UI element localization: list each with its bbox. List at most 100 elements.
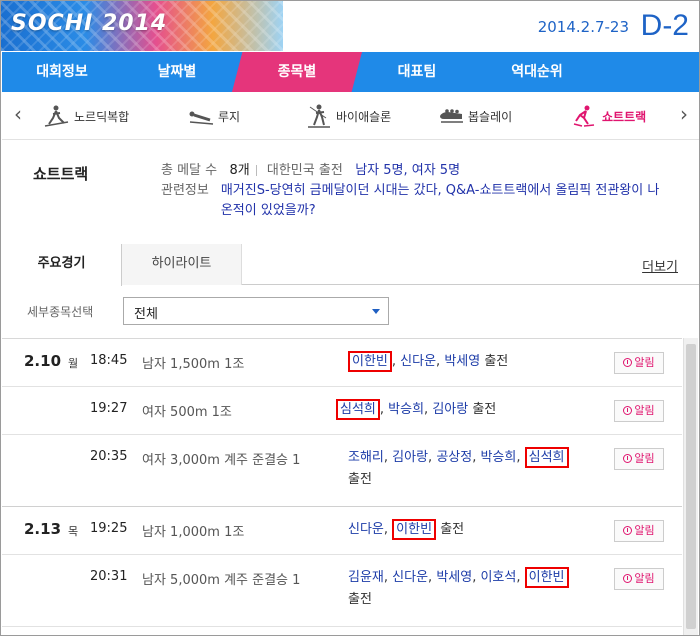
sochi-logo-banner[interactable]: SOCHI 2014 (1, 1, 283, 51)
chevron-down-icon (372, 309, 380, 314)
athlete-list: 김윤재, 신다운, 박세영, 이호석, 이한빈 출전 (348, 567, 604, 611)
tab-main-events[interactable]: 주요경기 (2, 244, 122, 286)
carousel-prev-icon[interactable]: ‹ (8, 102, 28, 126)
athlete-name-highlighted[interactable]: 이한빈 (524, 567, 569, 588)
athlete-name-highlighted[interactable]: 이한빈 (392, 519, 437, 540)
sport-info: 총 메달 수 8개 대한민국 출전 남자 5명, 여자 5명 관련정보 매거진S… (161, 161, 661, 221)
nav-item-by-sport[interactable]: 종목별 (232, 52, 362, 92)
schedule-event: 남자 5,000m 계주 준결승 1 (142, 573, 301, 588)
sport-item-biathlon[interactable]: 바이애슬론 (306, 102, 391, 130)
medal-value: 8개 (229, 163, 250, 178)
related-label: 관련정보 (161, 183, 209, 198)
athlete-name-highlighted[interactable]: 이한빈 (348, 351, 392, 372)
athlete-name-highlighted[interactable]: 심석희 (336, 399, 380, 420)
schedule-time: 20:35 (90, 449, 128, 464)
medal-label: 총 메달 수 (161, 163, 218, 178)
athlete-name[interactable]: 조해리 (348, 450, 384, 465)
alarm-label: 알림 (634, 404, 655, 417)
alarm-label: 알림 (634, 524, 655, 537)
athlete-name[interactable]: 박세영 (436, 570, 472, 585)
main-nav: 대회정보 날짜별 종목별 대표팀 역대순위 (2, 52, 699, 92)
entry-label: 대한민국 출전 (266, 163, 343, 178)
clock-icon (623, 358, 633, 367)
athlete-list: 조해리, 김아랑, 공상정, 박승희, 심석희 출전 (348, 447, 604, 491)
athlete-name[interactable]: 박승희 (388, 402, 424, 417)
app-frame: SOCHI 2014 2014.2.7-23 D-2 대회정보 날짜별 종목별 … (0, 0, 700, 636)
schedule-date: 2.10 (24, 352, 62, 370)
schedule-event: 여자 500m 1조 (142, 405, 232, 420)
alarm-label: 알림 (634, 452, 655, 465)
entry-value: 남자 5명, 여자 5명 (355, 163, 461, 178)
divider (255, 165, 257, 176)
clock-icon (623, 574, 633, 583)
related-link[interactable]: 매거진S-당연히 금메달이던 시대는 갔다, Q&A-쇼트트랙에서 올림픽 전관… (221, 181, 661, 221)
bobsleigh-icon (438, 104, 464, 128)
filter-label: 세부종목선택 (27, 305, 94, 319)
athlete-name[interactable]: 신다운 (392, 570, 428, 585)
alarm-button[interactable]: 알림 (614, 400, 664, 422)
luge-icon (188, 104, 214, 128)
schedule-time: 20:31 (90, 569, 128, 584)
schedule-row: 20:31 남자 5,000m 계주 준결승 1 김윤재, 신다운, 박세영, … (2, 555, 682, 627)
event-filter-select[interactable]: 전체 (123, 297, 389, 325)
sport-item-bobsleigh[interactable]: 봅슬레이 (438, 102, 512, 130)
tab-highlights[interactable]: 하이라이트 (122, 244, 242, 285)
nav-item-competition-info[interactable]: 대회정보 (2, 52, 122, 92)
alarm-label: 알림 (634, 572, 655, 585)
sport-label: 쇼트트랙 (602, 109, 647, 124)
schedule-event: 남자 1,000m 1조 (142, 525, 245, 540)
entry-suffix: 출전 (440, 522, 465, 537)
nav-item-all-time-ranking[interactable]: 역대순위 (472, 52, 602, 92)
nav-item-by-date[interactable]: 날짜별 (122, 52, 232, 92)
nordic-combined-icon (44, 104, 70, 128)
athlete-name[interactable]: 박승희 (480, 450, 516, 465)
athlete-name[interactable]: 김윤재 (348, 570, 384, 585)
athlete-name-highlighted[interactable]: 심석희 (524, 447, 569, 468)
schedule-scrollbar[interactable] (683, 338, 698, 635)
athlete-name[interactable]: 신다운 (348, 522, 384, 537)
athlete-name[interactable]: 이호석 (480, 570, 516, 585)
schedule-row: 2.10 월 18:45 남자 1,500m 1조 이한빈, 신다운, 박세영 … (2, 339, 682, 387)
athlete-name[interactable]: 공상정 (436, 450, 472, 465)
select-value: 전체 (134, 307, 158, 322)
content-tabs: 주요경기 하이라이트 더보기 (2, 244, 699, 286)
athlete-name[interactable]: 김아랑 (432, 402, 468, 417)
more-link[interactable]: 더보기 (642, 256, 678, 275)
clock-icon (623, 406, 633, 415)
logo-text: SOCHI 2014 (11, 11, 168, 36)
event-dates: 2014.2.7-23 (537, 18, 629, 36)
athlete-list: 신다운, 이한빈 출전 (348, 519, 604, 541)
schedule-time: 19:27 (90, 401, 128, 416)
scrollbar-thumb[interactable] (686, 344, 696, 629)
medal-line: 총 메달 수 8개 대한민국 출전 남자 5명, 여자 5명 (161, 161, 661, 181)
alarm-button[interactable]: 알림 (614, 448, 664, 470)
schedule-row: 20:35 여자 3,000m 계주 준결승 1 조해리, 김아랑, 공상정, … (2, 435, 682, 507)
entry-suffix: 출전 (348, 472, 372, 487)
alarm-button[interactable]: 알림 (614, 568, 664, 590)
schedule-row: 19:27 여자 500m 1조 심석희, 박승희, 김아랑 출전 알림 (2, 387, 682, 435)
sport-label: 노르딕복합 (74, 109, 130, 124)
sport-label: 바이애슬론 (336, 109, 392, 124)
schedule-list: 2.10 월 18:45 남자 1,500m 1조 이한빈, 신다운, 박세영 … (2, 338, 682, 627)
entry-suffix: 출전 (472, 402, 497, 417)
athlete-name[interactable]: 김아랑 (392, 450, 428, 465)
d-day-counter: D-2 (640, 9, 689, 42)
sport-item-nordic-combined[interactable]: 노르딕복합 (44, 102, 129, 130)
sport-label: 루지 (218, 109, 241, 124)
entry-suffix: 출전 (484, 354, 509, 369)
alarm-button[interactable]: 알림 (614, 352, 664, 374)
schedule-time: 18:45 (90, 353, 128, 368)
schedule-weekday: 월 (68, 357, 79, 370)
biathlon-icon (306, 104, 332, 128)
sport-item-luge[interactable]: 루지 (188, 102, 240, 130)
alarm-button[interactable]: 알림 (614, 520, 664, 542)
sport-carousel: ‹ 노르딕복합 루지 바이애슬론 봅슬레이 쇼트트랙 › (2, 92, 699, 140)
schedule-time: 19:25 (90, 521, 128, 536)
sport-item-short-track[interactable]: 쇼트트랙 (572, 102, 646, 130)
athlete-name[interactable]: 박세영 (444, 354, 480, 369)
alarm-label: 알림 (634, 356, 655, 369)
carousel-next-icon[interactable]: › (674, 102, 694, 126)
short-track-icon (572, 104, 598, 128)
nav-item-national-team[interactable]: 대표팀 (362, 52, 472, 92)
athlete-name[interactable]: 신다운 (400, 354, 436, 369)
